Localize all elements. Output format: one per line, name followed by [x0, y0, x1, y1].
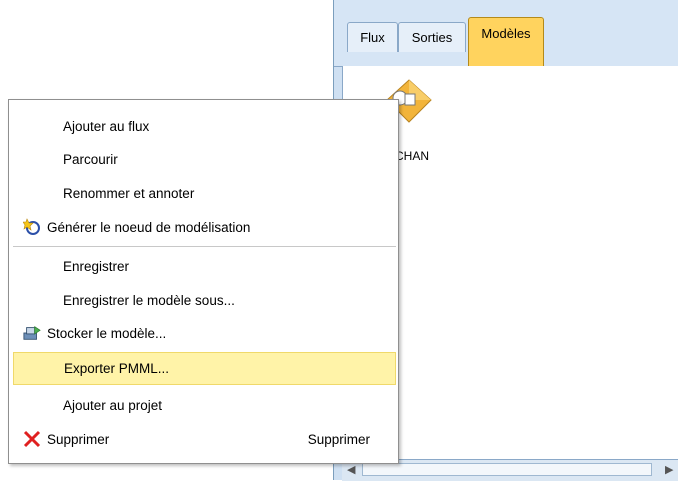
menu-item-label: Ajouter au projet	[63, 398, 163, 413]
generate-icon	[23, 218, 41, 236]
menu-item-enregistrer-sous[interactable]: Enregistrer le modèle sous...	[13, 284, 396, 317]
model-node-label: CHAN	[395, 149, 430, 163]
menu-item-supprimer[interactable]: Supprimer Supprimer	[13, 423, 396, 456]
menu-item-renommer-et-annoter[interactable]: Renommer et annoter	[13, 177, 396, 210]
tab-modeles-label: Modèles	[481, 26, 531, 41]
menu-item-enregistrer[interactable]: Enregistrer	[13, 250, 396, 283]
menu-item-label: Supprimer	[47, 432, 110, 447]
scroll-right-icon[interactable]: ▶	[665, 463, 673, 476]
menu-item-label: Parcourir	[63, 152, 118, 167]
menu-item-parcourir[interactable]: Parcourir	[13, 143, 396, 176]
store-icon	[23, 324, 41, 342]
tab-flux[interactable]: Flux	[347, 22, 398, 52]
menu-item-label: Générer le noeud de modélisation	[47, 220, 251, 235]
scrollbar-thumb[interactable]	[362, 463, 652, 476]
menu-item-stocker-modele[interactable]: Stocker le modèle...	[13, 317, 396, 350]
manager-tab-bar: Flux Sorties Modèles	[334, 0, 678, 67]
menu-item-label: Enregistrer le modèle sous...	[63, 293, 235, 308]
delete-icon	[23, 430, 41, 448]
menu-item-label: Exporter PMML...	[64, 361, 170, 376]
context-menu: Ajouter au flux Parcourir Renommer et an…	[8, 99, 399, 464]
tab-modeles[interactable]: Modèles	[468, 17, 544, 66]
menu-item-label: Ajouter au flux	[63, 119, 150, 134]
scroll-left-icon[interactable]: ◀	[347, 463, 355, 476]
menu-item-label: Enregistrer	[63, 259, 130, 274]
menu-separator	[13, 246, 396, 247]
tab-sorties-label: Sorties	[411, 30, 453, 45]
menu-item-ajouter-au-projet[interactable]: Ajouter au projet	[13, 389, 396, 422]
menu-item-ajouter-au-flux[interactable]: Ajouter au flux	[13, 110, 396, 143]
menu-item-generer-noeud[interactable]: Générer le noeud de modélisation	[13, 211, 396, 244]
menu-item-shortcut: Supprimer	[307, 432, 370, 447]
menu-item-exporter-pmml[interactable]: Exporter PMML...	[13, 352, 396, 385]
tab-flux-label: Flux	[360, 30, 385, 45]
tab-sorties[interactable]: Sorties	[398, 22, 466, 52]
menu-item-label: Renommer et annoter	[63, 186, 195, 201]
menu-item-label: Stocker le modèle...	[47, 326, 167, 341]
